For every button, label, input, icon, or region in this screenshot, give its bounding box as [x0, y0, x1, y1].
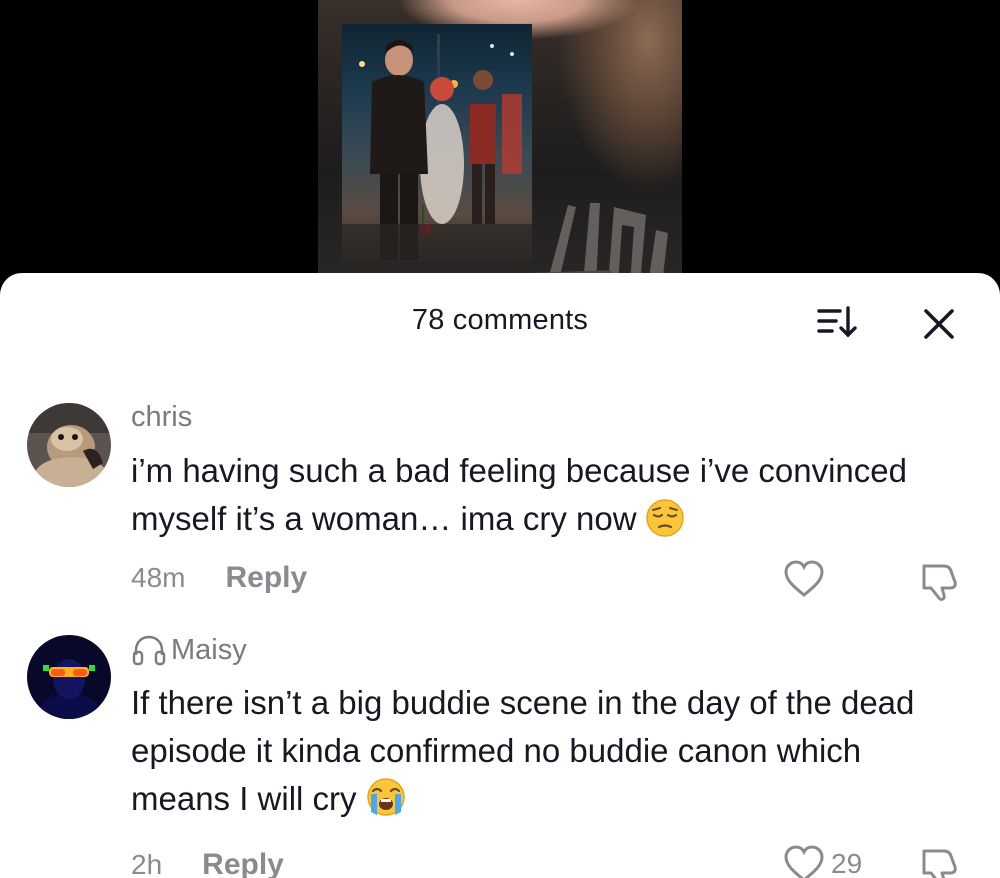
comment-text: i’m having such a bad feeling because i’… — [131, 447, 951, 551]
comments-sheet: 78 comments chris i’m having such a bad … — [0, 273, 1000, 878]
like-button[interactable]: 29 — [783, 844, 862, 878]
dislike-button[interactable] — [918, 560, 962, 607]
comment-meta: 2h Reply — [131, 848, 284, 878]
comment-username[interactable]: Maisy — [131, 633, 247, 667]
avatar[interactable] — [27, 403, 111, 487]
comment-text: If there isn’t a big buddie scene in the… — [131, 679, 951, 831]
close-button[interactable] — [918, 303, 960, 345]
reply-button[interactable]: Reply — [202, 848, 284, 878]
reply-button[interactable]: Reply — [225, 561, 307, 595]
sort-button[interactable] — [814, 302, 860, 342]
comment-timestamp: 48m — [131, 562, 186, 593]
comments-header: 78 comments — [0, 273, 1000, 373]
username-text: chris — [131, 401, 193, 433]
sort-icon — [817, 306, 857, 338]
comment-timestamp: 2h — [131, 849, 163, 878]
comment-body: i’m having such a bad feeling because i’… — [131, 452, 907, 537]
like-button[interactable] — [783, 559, 831, 599]
sticker-photo — [342, 24, 532, 262]
video-player[interactable] — [0, 0, 1000, 290]
thumbs-down-icon — [922, 564, 957, 601]
comment-meta: 48m Reply — [131, 561, 307, 595]
comment-body: If there isn’t a big buddie scene in the… — [131, 684, 915, 817]
headphones-icon — [132, 635, 166, 666]
like-count: 29 — [831, 848, 863, 878]
username-text: Maisy — [171, 633, 247, 666]
heart-icon — [784, 560, 824, 597]
comment-username[interactable]: chris — [131, 401, 192, 434]
avatar[interactable] — [27, 635, 111, 719]
dislike-button[interactable] — [918, 845, 962, 878]
pensive-face-icon — [645, 498, 685, 551]
heart-icon — [784, 845, 824, 878]
close-icon — [924, 309, 954, 339]
thumbs-down-icon — [922, 849, 957, 878]
loudly-crying-face-icon — [365, 776, 407, 831]
